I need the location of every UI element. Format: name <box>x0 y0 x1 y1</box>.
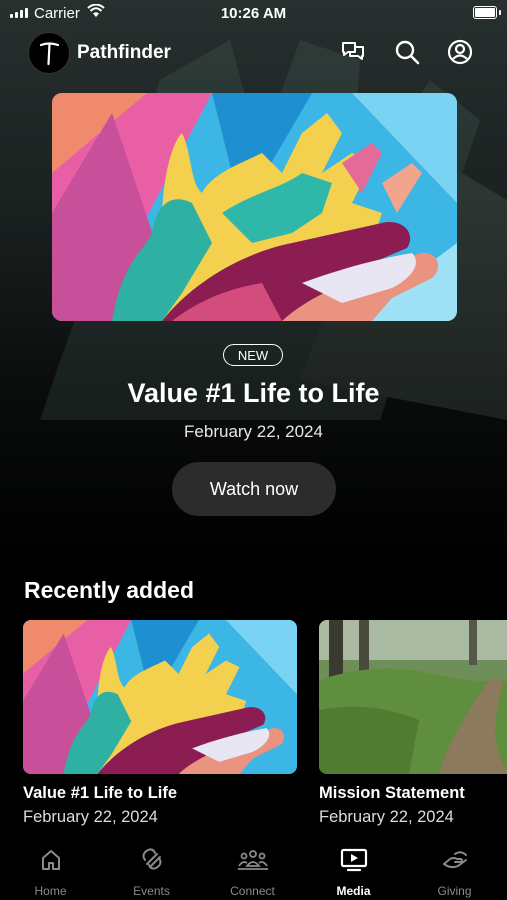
battery-icon <box>473 6 497 19</box>
messages-button[interactable] <box>338 37 368 67</box>
media-icon <box>340 848 367 872</box>
tab-label: Giving <box>437 884 472 898</box>
recently-added-heading: Recently added <box>24 577 194 603</box>
hands-artwork-image <box>52 93 457 321</box>
media-card-date: February 22, 2024 <box>319 808 454 826</box>
app-logo[interactable] <box>28 32 70 74</box>
media-thumbnail <box>23 620 297 774</box>
tab-label: Events <box>133 884 170 898</box>
chat-icon <box>342 42 364 60</box>
giving-icon <box>442 851 467 869</box>
media-card-date: February 22, 2024 <box>23 808 158 826</box>
hands-artwork-thumbnail <box>23 620 297 774</box>
new-badge: NEW <box>223 344 283 366</box>
profile-icon <box>447 39 473 65</box>
bottom-tab-bar: Home Events Connect Media Giving <box>0 838 507 900</box>
tab-giving[interactable]: Giving <box>404 838 505 900</box>
tab-home[interactable]: Home <box>0 838 101 900</box>
media-card[interactable]: Mission Statement February 22, 2024 <box>319 620 507 827</box>
hero-artwork[interactable] <box>52 93 457 321</box>
forest-path-thumbnail <box>319 620 507 774</box>
status-bar: Carrier 10:26 AM <box>0 0 507 28</box>
media-thumbnail <box>319 620 507 774</box>
profile-button[interactable] <box>445 37 475 67</box>
hero-date: February 22, 2024 <box>184 422 323 441</box>
home-icon <box>41 850 60 870</box>
app-header: Pathfinder <box>0 30 507 76</box>
tab-label: Home <box>34 884 67 898</box>
search-icon <box>395 40 420 65</box>
watch-now-button[interactable]: Watch now <box>172 462 336 516</box>
tab-media[interactable]: Media <box>303 838 404 900</box>
cross-logo-icon <box>39 42 60 66</box>
connect-icon <box>237 850 268 870</box>
media-card-title: Mission Statement <box>319 784 465 802</box>
media-card-title: Value #1 Life to Life <box>23 784 178 802</box>
tab-label: Media <box>336 884 371 898</box>
app-name: Pathfinder <box>77 42 171 63</box>
clock: 10:26 AM <box>220 5 287 22</box>
tab-connect[interactable]: Connect <box>202 838 303 900</box>
media-card[interactable]: Value #1 Life to Life February 22, 2024 <box>23 620 297 827</box>
events-icon <box>142 848 161 870</box>
tab-events[interactable]: Events <box>101 838 202 900</box>
battery-tip <box>499 10 501 15</box>
search-button[interactable] <box>392 37 422 67</box>
tab-label: Connect <box>230 884 275 898</box>
hero-title: Value #1 Life to Life <box>127 378 380 408</box>
